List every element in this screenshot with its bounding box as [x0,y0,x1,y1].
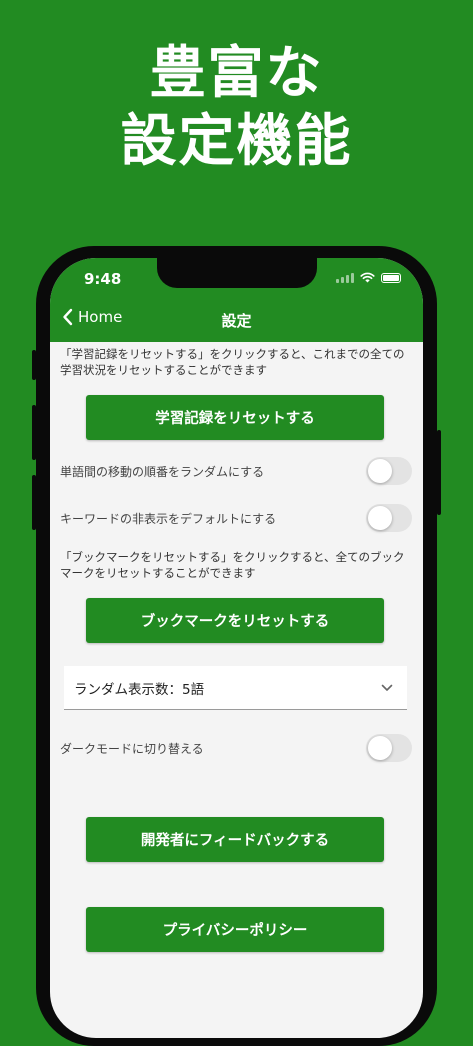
battery-icon [381,272,401,283]
phone-side-button [32,475,36,530]
random-order-row: 単語間の移動の順番をランダムにする [60,456,412,486]
status-time: 9:48 [84,270,122,288]
hero-title-line1: 豊富な [149,41,324,106]
random-order-label: 単語間の移動の順番をランダムにする [60,464,265,479]
phone-side-button [437,430,441,515]
feedback-button[interactable]: 開発者にフィードバックする [86,817,384,862]
reset-bookmark-button[interactable]: ブックマークをリセットする [86,598,384,643]
page-title: 設定 [221,312,252,330]
cellular-icon [336,272,354,283]
toggle-knob [368,506,392,530]
toggle-knob [368,459,392,483]
reset-bookmark-description: 「ブックマークをリセットする」をクリックすると、全てのブックマークをリセットする… [60,550,405,580]
chevron-down-icon [381,684,393,691]
notch [157,258,317,288]
random-count-select[interactable]: ランダム表示数：5語 [64,666,407,710]
navigation-bar: 9:48 Home 設定 [50,258,423,342]
dark-mode-label: ダークモードに切り替える [60,741,204,756]
app-screen: 9:48 Home 設定 「学習記録をリセットする」をクリックすると、これまでの… [50,258,423,1038]
reset-study-description: 「学習記録をリセットする」をクリックすると、これまでの全ての学習状況をリセットす… [60,347,405,377]
privacy-policy-button[interactable]: プライバシーポリシー [86,907,384,952]
random-order-toggle[interactable] [366,457,412,485]
reset-study-button[interactable]: 学習記録をリセットする [86,395,384,440]
hero-title-line2: 設定機能 [120,109,353,174]
hide-keyword-toggle[interactable] [366,504,412,532]
dark-mode-row: ダークモードに切り替える [60,733,412,763]
hide-keyword-label: キーワードの非表示をデフォルトにする [60,511,277,526]
status-icons [336,272,401,283]
hero-title: 豊富な 設定機能 [0,40,473,176]
toggle-knob [368,736,392,760]
random-count-value: ランダム表示数：5語 [74,681,205,698]
wifi-icon [360,272,375,283]
dark-mode-toggle[interactable] [366,734,412,762]
phone-side-button [32,405,36,460]
phone-side-button [32,350,36,380]
hide-keyword-row: キーワードの非表示をデフォルトにする [60,503,412,533]
